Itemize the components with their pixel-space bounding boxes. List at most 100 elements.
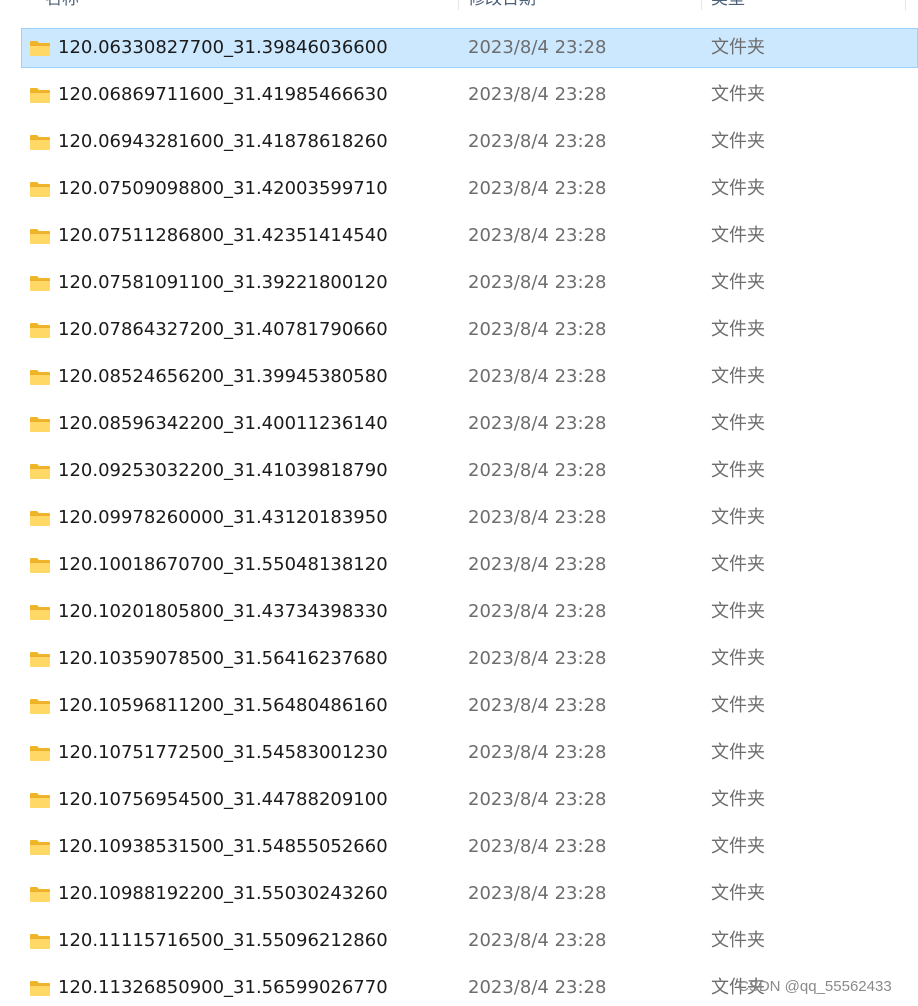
file-row[interactable]: 120.10988192200_31.55030243260 2023/8/4 2… [21, 874, 918, 914]
file-name[interactable]: 120.09253032200_31.41039818790 [58, 452, 388, 490]
folder-icon [30, 323, 50, 338]
file-name[interactable]: 120.06869711600_31.41985466630 [58, 76, 388, 114]
file-date-modified: 2023/8/4 23:28 [468, 178, 607, 199]
file-name[interactable]: 120.08596342200_31.40011236140 [58, 405, 388, 443]
file-date-modified: 2023/8/4 23:28 [468, 84, 607, 105]
file-date-modified: 2023/8/4 23:28 [468, 789, 607, 810]
file-date-modified: 2023/8/4 23:28 [468, 319, 607, 340]
file-row[interactable]: 120.07509098800_31.42003599710 2023/8/4 2… [21, 169, 918, 209]
file-type: 文件夹 [711, 366, 765, 387]
file-type: 文件夹 [711, 131, 765, 152]
folder-icon [30, 182, 50, 197]
file-row[interactable]: 120.10756954500_31.44788209100 2023/8/4 2… [21, 780, 918, 820]
file-row[interactable]: 120.06330827700_31.39846036600 2023/8/4 2… [21, 28, 918, 68]
file-row[interactable]: 120.10359078500_31.56416237680 2023/8/4 2… [21, 639, 918, 679]
file-name[interactable]: 120.07511286800_31.42351414540 [58, 217, 388, 255]
file-type: 文件夹 [711, 178, 765, 199]
folder-icon [30, 746, 50, 761]
file-date-modified: 2023/8/4 23:28 [468, 977, 607, 998]
folder-icon [30, 370, 50, 385]
folder-icon [30, 41, 50, 56]
file-row[interactable]: 120.10751772500_31.54583001230 2023/8/4 2… [21, 733, 918, 773]
file-date-modified: 2023/8/4 23:28 [468, 836, 607, 857]
file-date-modified: 2023/8/4 23:28 [468, 695, 607, 716]
file-row[interactable]: 120.09253032200_31.41039818790 2023/8/4 2… [21, 451, 918, 491]
folder-icon [30, 558, 50, 573]
folder-icon [30, 699, 50, 714]
file-row[interactable]: 120.10596811200_31.56480486160 2023/8/4 2… [21, 686, 918, 726]
file-row[interactable]: 120.07581091100_31.39221800120 2023/8/4 2… [21, 263, 918, 303]
file-name[interactable]: 120.10988192200_31.55030243260 [58, 875, 388, 913]
folder-icon [30, 887, 50, 902]
file-name[interactable]: 120.10359078500_31.56416237680 [58, 640, 388, 678]
file-type: 文件夹 [711, 601, 765, 622]
file-date-modified: 2023/8/4 23:28 [468, 930, 607, 951]
file-date-modified: 2023/8/4 23:28 [468, 225, 607, 246]
file-row[interactable]: 120.10938531500_31.54855052660 2023/8/4 2… [21, 827, 918, 867]
folder-icon [30, 840, 50, 855]
file-row[interactable]: 120.10201805800_31.43734398330 2023/8/4 2… [21, 592, 918, 632]
file-type: 文件夹 [711, 554, 765, 575]
file-date-modified: 2023/8/4 23:28 [468, 413, 607, 434]
file-type: 文件夹 [711, 84, 765, 105]
watermark-text: CSDN @qq_55562433 [738, 978, 892, 995]
folder-icon [30, 793, 50, 808]
folder-icon [30, 652, 50, 667]
column-header-type[interactable]: 类型 [711, 0, 891, 12]
column-divider[interactable] [458, 0, 459, 10]
file-type: 文件夹 [711, 742, 765, 763]
column-divider[interactable] [701, 0, 702, 10]
folder-icon [30, 135, 50, 150]
file-name[interactable]: 120.06330827700_31.39846036600 [58, 29, 388, 67]
file-date-modified: 2023/8/4 23:28 [468, 37, 607, 58]
file-name[interactable]: 120.10938531500_31.54855052660 [58, 828, 388, 866]
column-header-date-modified[interactable]: 修改日期 [468, 0, 688, 12]
file-name[interactable]: 120.07509098800_31.42003599710 [58, 170, 388, 208]
file-date-modified: 2023/8/4 23:28 [468, 507, 607, 528]
column-header-bar: 名称 修改日期 类型 [0, 0, 918, 12]
file-row[interactable]: 120.11115716500_31.55096212860 2023/8/4 2… [21, 921, 918, 961]
file-date-modified: 2023/8/4 23:28 [468, 554, 607, 575]
file-type: 文件夹 [711, 883, 765, 904]
file-type: 文件夹 [711, 319, 765, 340]
file-row[interactable]: 120.06869711600_31.41985466630 2023/8/4 2… [21, 75, 918, 115]
file-date-modified: 2023/8/4 23:28 [468, 601, 607, 622]
folder-icon [30, 934, 50, 949]
file-type: 文件夹 [711, 789, 765, 810]
file-name[interactable]: 120.07581091100_31.39221800120 [58, 264, 388, 302]
file-type: 文件夹 [711, 37, 765, 58]
folder-icon [30, 88, 50, 103]
file-name[interactable]: 120.09978260000_31.43120183950 [58, 499, 388, 537]
file-explorer: 名称 修改日期 类型 120.06330827700_31.3984603660… [0, 0, 918, 1006]
file-name[interactable]: 120.08524656200_31.39945380580 [58, 358, 388, 396]
file-type: 文件夹 [711, 695, 765, 716]
file-row[interactable]: 120.07511286800_31.42351414540 2023/8/4 2… [21, 216, 918, 256]
file-name[interactable]: 120.10018670700_31.55048138120 [58, 546, 388, 584]
file-name[interactable]: 120.07864327200_31.40781790660 [58, 311, 388, 349]
file-name[interactable]: 120.11115716500_31.55096212860 [58, 922, 388, 960]
file-date-modified: 2023/8/4 23:28 [468, 272, 607, 293]
file-date-modified: 2023/8/4 23:28 [468, 742, 607, 763]
file-type: 文件夹 [711, 930, 765, 951]
file-date-modified: 2023/8/4 23:28 [468, 366, 607, 387]
column-divider[interactable] [905, 0, 906, 10]
folder-icon [30, 511, 50, 526]
file-name[interactable]: 120.06943281600_31.41878618260 [58, 123, 388, 161]
file-row[interactable]: 120.08596342200_31.40011236140 2023/8/4 2… [21, 404, 918, 444]
file-date-modified: 2023/8/4 23:28 [468, 883, 607, 904]
file-row[interactable]: 120.09978260000_31.43120183950 2023/8/4 2… [21, 498, 918, 538]
file-name[interactable]: 120.10596811200_31.56480486160 [58, 687, 388, 725]
file-type: 文件夹 [711, 836, 765, 857]
file-row[interactable]: 120.06943281600_31.41878618260 2023/8/4 2… [21, 122, 918, 162]
file-name[interactable]: 120.10201805800_31.43734398330 [58, 593, 388, 631]
file-row[interactable]: 120.08524656200_31.39945380580 2023/8/4 2… [21, 357, 918, 397]
folder-icon [30, 229, 50, 244]
file-row[interactable]: 120.10018670700_31.55048138120 2023/8/4 2… [21, 545, 918, 585]
file-row[interactable]: 120.07864327200_31.40781790660 2023/8/4 2… [21, 310, 918, 350]
file-name[interactable]: 120.10751772500_31.54583001230 [58, 734, 388, 772]
folder-icon [30, 276, 50, 291]
file-name[interactable]: 120.10756954500_31.44788209100 [58, 781, 388, 819]
file-type: 文件夹 [711, 413, 765, 434]
file-name[interactable]: 120.11326850900_31.56599026770 [58, 969, 388, 1006]
column-header-name[interactable]: 名称 [45, 0, 445, 12]
